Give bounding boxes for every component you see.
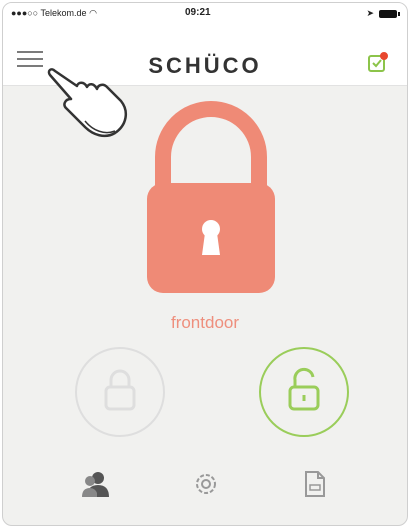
- users-icon[interactable]: [81, 469, 111, 499]
- padlock-open-icon: [288, 367, 320, 411]
- document-icon[interactable]: [299, 469, 329, 499]
- status-indicators: ➤: [366, 8, 400, 19]
- padlock-closed-icon: [104, 369, 136, 411]
- notification-icon[interactable]: [367, 51, 389, 73]
- gear-icon[interactable]: [191, 469, 221, 499]
- battery-icon: [379, 9, 400, 18]
- carrier-label: ●●●○○ Telekom.de ◠: [11, 8, 97, 18]
- lock-name: frontdoor: [170, 313, 240, 332]
- lock-button[interactable]: [75, 347, 165, 437]
- location-icon: ➤: [366, 8, 374, 18]
- status-time: 09:21: [185, 7, 211, 18]
- phone-screen: ●●●○○ Telekom.de ◠ 09:21 ➤ SCHÜCO frontd…: [2, 2, 408, 526]
- unlock-button[interactable]: [259, 347, 349, 437]
- status-bar: ●●●○○ Telekom.de ◠ 09:21 ➤: [3, 3, 407, 23]
- tab-bar: [3, 455, 407, 525]
- lock-status-icon[interactable]: [141, 99, 281, 297]
- pointing-hand-icon: [47, 68, 128, 138]
